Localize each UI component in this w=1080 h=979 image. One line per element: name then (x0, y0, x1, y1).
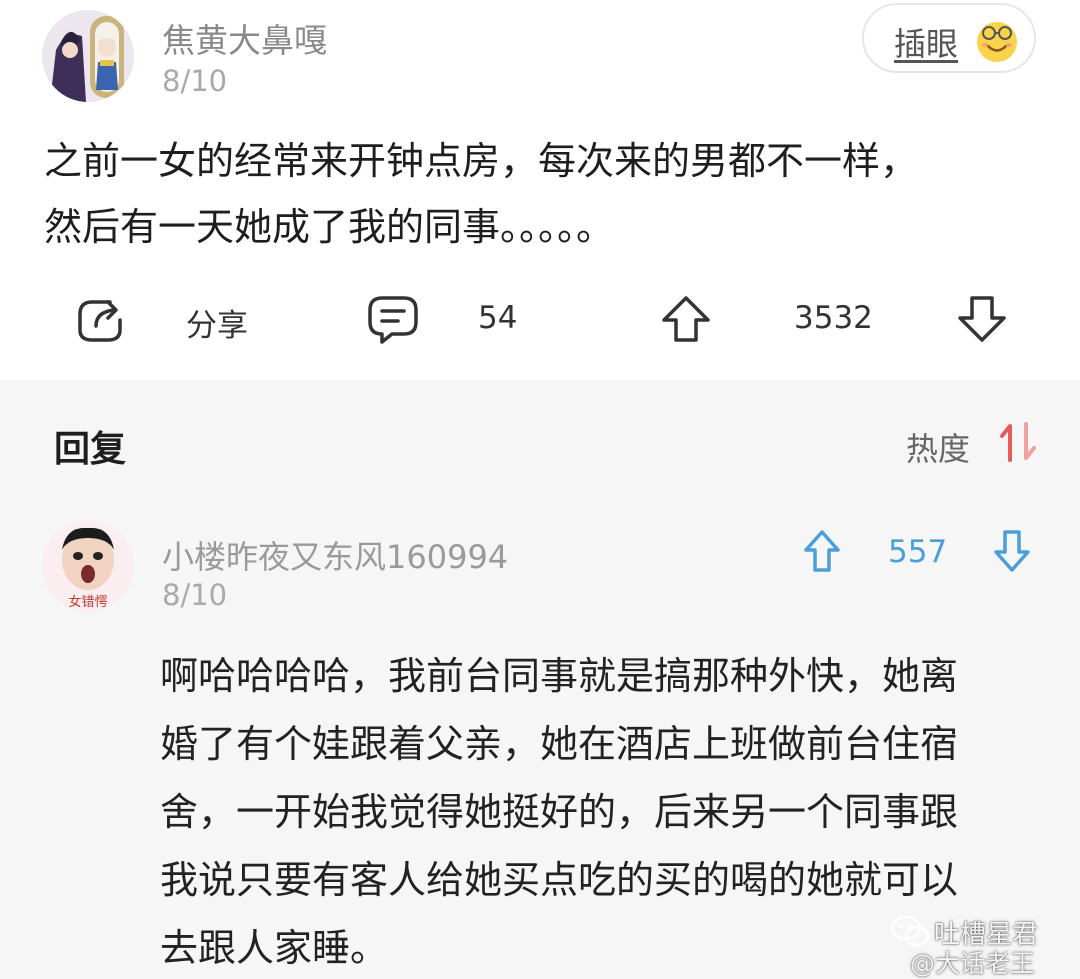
comment-body-line: 啊哈哈哈哈，我前台同事就是搞那种外快，她离 (160, 654, 959, 698)
share-label[interactable]: 分享 (186, 300, 248, 345)
watermark: 吐槽星君 @大话老王 (890, 912, 1070, 978)
post-date: 8/10 (162, 64, 228, 98)
meme-face-image: 女错愕 (42, 520, 134, 612)
post-author-name[interactable]: 焦黄大鼻嘎 (162, 14, 327, 62)
comment-date: 8/10 (162, 578, 228, 612)
downvote-button[interactable] (956, 294, 1008, 344)
downvote-icon (958, 296, 1006, 342)
upvote-icon (662, 296, 710, 342)
comment-button[interactable] (366, 294, 420, 344)
share-icon (78, 300, 122, 342)
post-card: 焦黄大鼻嘎 8/10 插眼 之前一女的经常来开钟点房，每次来的男都不一样， 然后… (0, 0, 1080, 380)
commenter-avatar[interactable]: 女错愕 (42, 520, 134, 612)
comment-body-line: 我说只要有客人给她买点吃的买的喝的她就可以 (160, 858, 959, 902)
comment-count[interactable]: 54 (478, 300, 517, 336)
post-body-line: 然后有一天她成了我的同事。。。。。 (44, 205, 615, 249)
post-vote-count: 3532 (794, 300, 873, 336)
comment-upvote-icon[interactable] (802, 528, 842, 574)
avatar-caption: 女错愕 (68, 594, 107, 610)
wechat-logo-icon (890, 915, 930, 947)
comment-body-line: 婚了有个娃跟着父亲，她在酒店上班做前台住宿 (160, 722, 959, 766)
replies-heading: 回复 (54, 429, 127, 470)
comment-vote-count: 557 (888, 534, 948, 570)
upvote-button[interactable] (660, 294, 712, 344)
post-body-line: 之前一女的经常来开钟点房，每次来的男都不一样， (44, 139, 919, 183)
comment-body-line: 舍，一开始我觉得她挺好的，后来另一个同事跟 (160, 790, 959, 834)
sort-icon[interactable] (998, 420, 1038, 464)
avatar-image (42, 10, 134, 102)
comment-downvote-icon[interactable] (992, 528, 1032, 574)
comment-author-name[interactable]: 小楼昨夜又东风160994 (162, 532, 508, 578)
post-body: 之前一女的经常来开钟点房，每次来的男都不一样， 然后有一天她成了我的同事。。。。… (44, 128, 1044, 260)
comment-icon (368, 296, 418, 344)
smiley-emoji-icon (977, 22, 1017, 62)
insert-button[interactable]: 插眼 (862, 3, 1036, 73)
share-button[interactable] (74, 294, 126, 344)
sort-by-hot-label[interactable]: 热度 (906, 424, 970, 470)
watermark-line2: @大话老王 (910, 949, 1036, 978)
insert-button-label: 插眼 (894, 25, 959, 63)
author-avatar[interactable] (42, 10, 134, 102)
